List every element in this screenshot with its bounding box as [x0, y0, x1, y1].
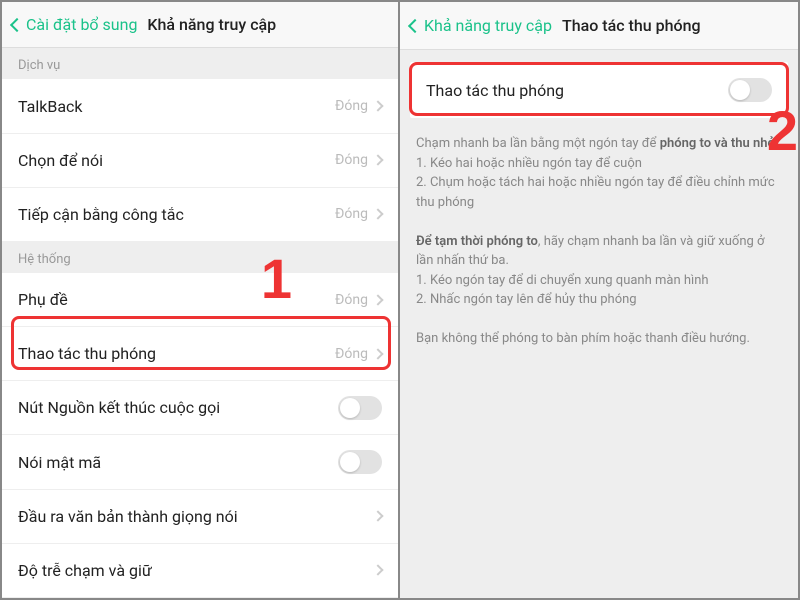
step-number-2: 2 [767, 98, 798, 163]
back-label: Cài đặt bổ sung [26, 15, 137, 34]
row-label: TalkBack [18, 97, 83, 116]
page-title: Thao tác thu phóng [562, 16, 701, 35]
desc-line: 1. Kéo ngón tay để di chuyển xung quanh … [416, 273, 709, 288]
row-label: Nút Nguồn kết thúc cuộc gọi [18, 398, 220, 417]
chevron-right-icon [372, 155, 383, 166]
back-button[interactable]: Cài đặt bổ sung [12, 15, 137, 34]
row-label: Chọn để nói [18, 151, 103, 170]
row-select-to-speak[interactable]: Chọn để nói Đóng [2, 134, 398, 188]
header-right: Khả năng truy cập Thao tác thu phóng [400, 2, 798, 50]
back-label: Khả năng truy cập [424, 16, 552, 35]
page-title: Khả năng truy cập [147, 15, 276, 34]
row-status: Đóng [335, 292, 368, 308]
right-content: Thao tác thu phóng Chạm nhanh ba lần bằn… [400, 50, 798, 598]
row-switch-access[interactable]: Tiếp cận bằng công tắc Đóng [2, 188, 398, 242]
row-zoom-toggle[interactable]: Thao tác thu phóng [410, 62, 788, 118]
header-left: Cài đặt bổ sung Khả năng truy cập [2, 2, 398, 48]
back-button[interactable]: Khả năng truy cập [410, 16, 552, 35]
row-status: Đóng [335, 98, 368, 114]
row-power-end-call[interactable]: Nút Nguồn kết thúc cuộc gọi [2, 381, 398, 435]
row-tts-output[interactable]: Đầu ra văn bản thành giọng nói [2, 490, 398, 544]
chevron-right-icon [372, 209, 383, 220]
toggle-knob [340, 398, 360, 418]
row-captions[interactable]: Phụ đề Đóng [2, 273, 398, 327]
row-touch-hold-delay[interactable]: Độ trễ chạm và giữ [2, 544, 398, 598]
row-label: Phụ đề [18, 290, 68, 309]
desc-bold: Để tạm thời phóng to [416, 234, 538, 249]
row-label: Độ trễ chạm và giữ [18, 561, 152, 580]
row-label: Đầu ra văn bản thành giọng nói [18, 507, 238, 526]
row-status: Đóng [335, 346, 368, 362]
desc-bold: phóng to và thu nhỏ [660, 136, 775, 151]
toggle-speak-passwords[interactable] [338, 450, 382, 474]
row-talkback[interactable]: TalkBack Đóng [2, 79, 398, 133]
desc-line: 2. Chụm hoặc tách hai hoặc nhiều ngón ta… [416, 175, 775, 210]
chevron-right-icon [372, 100, 383, 111]
chevron-right-icon [372, 565, 383, 576]
desc-line: 2. Nhấc ngón tay lên để hủy thu phóng [416, 292, 637, 307]
row-status: Đóng [335, 152, 368, 168]
toggle-knob [730, 80, 750, 100]
toggle-zoom-gestures[interactable] [728, 78, 772, 102]
row-zoom-gestures[interactable]: Thao tác thu phóng Đóng [2, 327, 398, 381]
description-block: Chạm nhanh ba lần bằng một ngón tay để p… [400, 118, 798, 349]
right-pane: Khả năng truy cập Thao tác thu phóng Tha… [400, 2, 798, 598]
desc-line: 1. Kéo hai hoặc nhiều ngón tay để cuộn [416, 156, 642, 171]
desc-note: Bạn không thể phóng to bàn phím hoặc tha… [416, 331, 750, 346]
chevron-left-icon [10, 18, 24, 32]
row-status: Đóng [335, 206, 368, 222]
toggle-power-end-call[interactable] [338, 396, 382, 420]
row-label: Tiếp cận bằng công tắc [18, 205, 184, 224]
section-system: Hệ thống [2, 242, 398, 273]
chevron-right-icon [372, 294, 383, 305]
step-number-1: 1 [261, 246, 292, 311]
row-label: Thao tác thu phóng [18, 344, 156, 363]
desc-text: Chạm nhanh ba lần bằng một ngón tay để [416, 136, 660, 151]
row-label: Thao tác thu phóng [426, 81, 564, 100]
toggle-knob [340, 452, 360, 472]
section-services: Dịch vụ [2, 48, 398, 79]
chevron-right-icon [372, 511, 383, 522]
row-label: Nói mật mã [18, 453, 101, 472]
chevron-right-icon [372, 348, 383, 359]
left-pane: Cài đặt bổ sung Khả năng truy cập Dịch v… [2, 2, 400, 598]
row-speak-passwords[interactable]: Nói mật mã [2, 435, 398, 489]
chevron-left-icon [408, 18, 422, 32]
